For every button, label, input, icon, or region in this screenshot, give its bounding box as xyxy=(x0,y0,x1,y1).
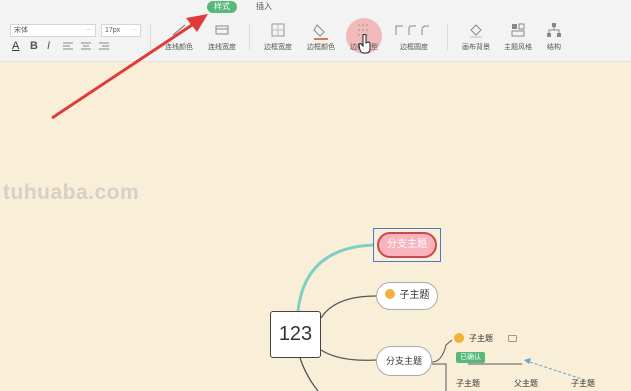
relation-arrow-head xyxy=(524,358,531,364)
branch-topic-2[interactable]: 分支主题 xyxy=(376,346,432,376)
branch-topic-label: 分支主题 xyxy=(377,232,437,258)
leaf-topic-1[interactable]: 子主题 xyxy=(456,378,480,389)
leaf-connector xyxy=(432,363,447,391)
sub-2-connector xyxy=(431,339,453,363)
annotation-arrow xyxy=(51,19,199,120)
lower-connector xyxy=(299,357,319,391)
leaf-topic-parent[interactable]: 父主题 xyxy=(514,378,538,389)
sub-topic-1[interactable]: 子主题 xyxy=(376,282,438,310)
selected-branch-topic[interactable]: 分支主题 xyxy=(373,228,441,262)
status-badge: 已确认 xyxy=(456,352,485,363)
root-topic[interactable]: 123 xyxy=(270,311,321,358)
branch-2-connector xyxy=(320,349,377,361)
note-icon[interactable] xyxy=(508,335,517,342)
sub-topic-connector xyxy=(320,295,377,319)
leaf-topic-3[interactable]: 子主题 xyxy=(571,378,595,389)
sub-topic-2[interactable]: 子主题 xyxy=(454,332,493,345)
priority-icon xyxy=(454,332,464,343)
branch-connector-selected xyxy=(296,243,374,312)
priority-icon xyxy=(384,289,395,300)
annotation-arrow-head xyxy=(186,14,208,32)
sub-topic-1-label: 子主题 xyxy=(399,290,430,301)
sub-topic-2-label: 子主题 xyxy=(469,334,493,343)
